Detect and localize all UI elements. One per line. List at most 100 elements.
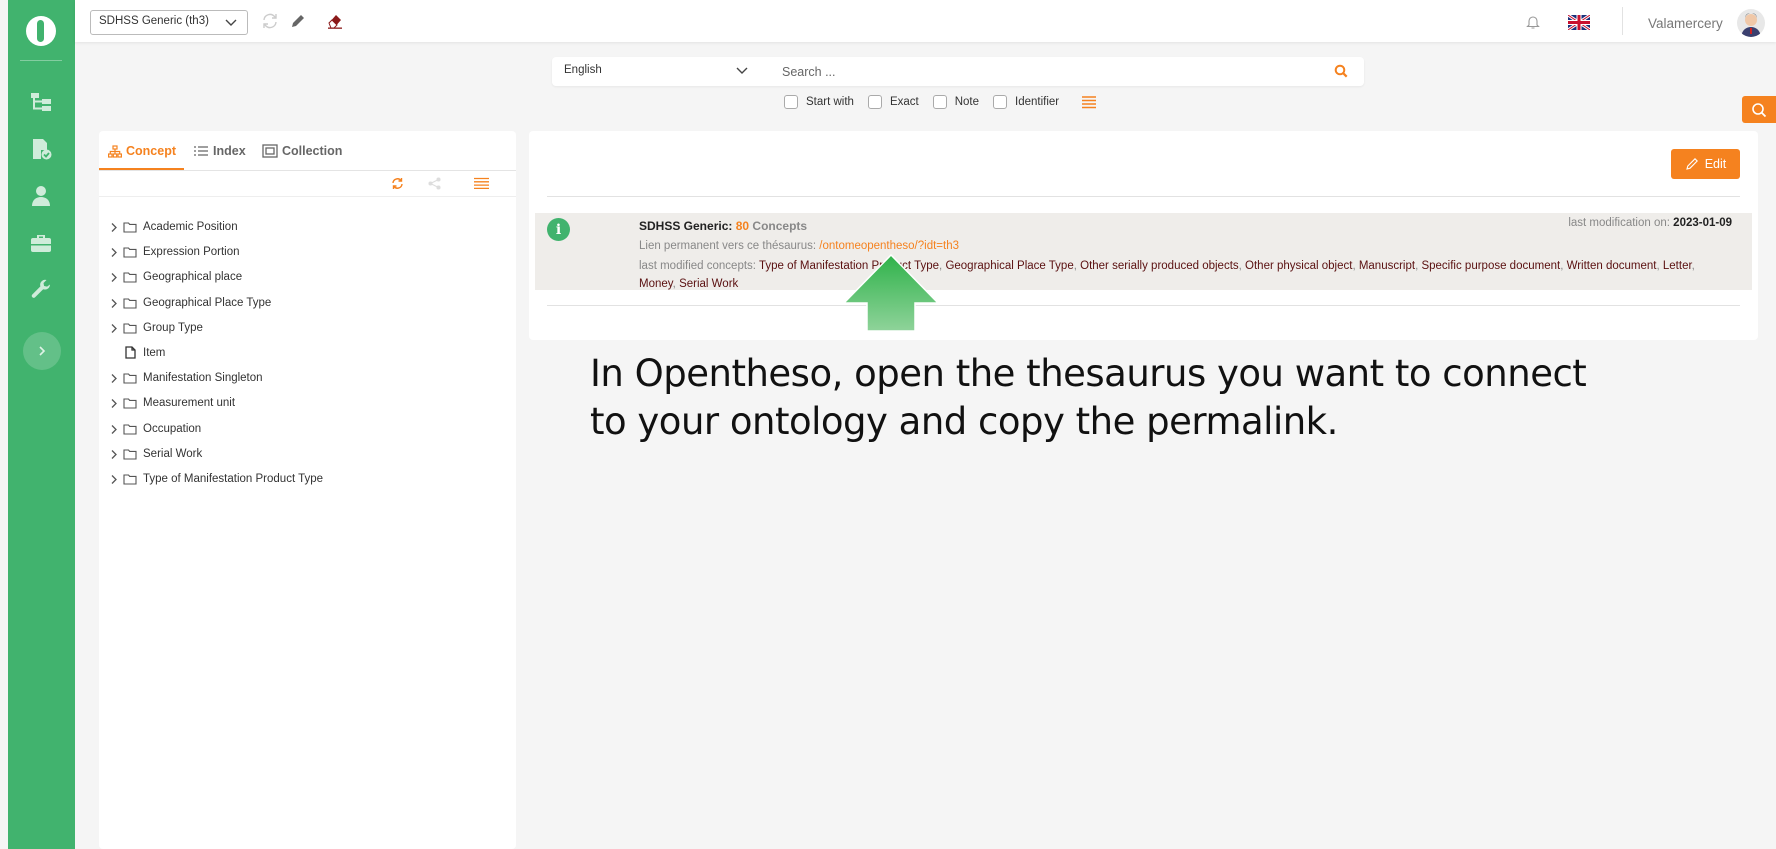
permalink-link[interactable]: /ontomeopentheso/?idt=th3 — [819, 240, 959, 252]
tree-toolbar — [99, 171, 516, 197]
last-modification-label: last modification on: — [1568, 217, 1670, 229]
tree-item-label: Measurement unit — [143, 397, 236, 410]
concept-link[interactable]: Specific purpose document — [1421, 260, 1560, 272]
wrench-icon[interactable] — [28, 278, 54, 302]
avatar[interactable] — [1737, 9, 1765, 37]
tree-item[interactable]: Expression Portion — [99, 240, 516, 265]
last-modified-concepts: last modified concepts: Type of Manifest… — [639, 260, 1695, 290]
tab-concept[interactable]: Concept — [108, 144, 176, 158]
concept-link[interactable]: Written document — [1567, 260, 1657, 272]
thesaurus-name: SDHSS Generic: — [639, 219, 733, 233]
tree-item[interactable]: Group Type — [99, 316, 516, 341]
tree-item-label: Manifestation Singleton — [143, 372, 263, 385]
search-input[interactable] — [782, 62, 1302, 81]
checkbox[interactable] — [784, 95, 798, 109]
refresh-icon[interactable] — [391, 177, 404, 193]
tab-index[interactable]: Index — [193, 144, 246, 158]
chevron-right-icon[interactable] — [110, 398, 118, 409]
chevron-right-icon[interactable] — [110, 298, 118, 309]
chevron-right-icon[interactable] — [110, 424, 118, 435]
file-icon — [125, 346, 136, 359]
concept-link[interactable]: Serial Work — [679, 278, 738, 290]
user-icon[interactable] — [28, 184, 54, 208]
concept-link[interactable]: Other physical object — [1245, 260, 1352, 272]
concept-link[interactable]: Other serially produced objects — [1080, 260, 1239, 272]
search-bar: English — [552, 57, 1364, 86]
chevron-right-icon[interactable] — [110, 272, 118, 283]
filter-start-with[interactable]: Start with — [784, 95, 854, 109]
top-bar: SDHSS Generic (th3) Valamercery — [75, 0, 1776, 42]
tab-label: Concept — [126, 144, 176, 158]
concept-link[interactable]: Money — [639, 278, 673, 290]
filter-label: Note — [954, 96, 979, 108]
document-check-icon[interactable] — [28, 137, 54, 161]
tree-item-label: Serial Work — [143, 447, 203, 460]
chevron-right-icon[interactable] — [110, 323, 118, 334]
chevron-right-icon[interactable] — [110, 373, 118, 384]
tree-item[interactable]: Measurement unit — [99, 391, 516, 416]
tree-item[interactable]: Geographical Place Type — [99, 291, 516, 316]
filter-note[interactable]: Note — [932, 95, 979, 109]
eraser-icon[interactable] — [326, 12, 344, 30]
filter-identifier[interactable]: Identifier — [993, 95, 1059, 109]
search-icon[interactable] — [1334, 64, 1348, 78]
panel-tabs: Concept Index Collection — [99, 131, 516, 171]
tree-item[interactable]: Occupation — [99, 417, 516, 442]
language-select[interactable]: English — [564, 64, 749, 76]
checkbox[interactable] — [932, 95, 947, 109]
tree-item-label: Expression Portion — [143, 246, 240, 259]
thesaurus-summary: SDHSS Generic: 80 Concepts — [639, 219, 807, 233]
menu-lines-icon[interactable] — [474, 177, 489, 193]
tab-label: Collection — [282, 144, 343, 158]
pencil-icon — [1685, 158, 1698, 170]
chevron-right-icon[interactable] — [110, 247, 118, 258]
floating-search-button[interactable] — [1742, 96, 1776, 123]
thesaurus-select[interactable]: SDHSS Generic (th3) — [90, 10, 248, 35]
tree-item-label: Academic Position — [143, 221, 238, 233]
divider — [547, 196, 1740, 197]
tree-item-label: Geographical place — [143, 271, 243, 284]
share-icon[interactable] — [428, 177, 441, 193]
checkbox[interactable] — [993, 95, 1007, 109]
sidebar-expand-button[interactable] — [23, 332, 61, 370]
username[interactable]: Valamercery — [1648, 16, 1723, 31]
tree-icon[interactable] — [28, 90, 54, 114]
edit-button-label: Edit — [1704, 157, 1727, 171]
filter-exact[interactable]: Exact — [867, 95, 919, 109]
app-logo[interactable] — [26, 16, 56, 46]
permalink-label: Lien permanent vers ce thésaurus: — [639, 240, 817, 252]
tree-item[interactable]: Geographical place — [99, 265, 516, 290]
tree-item-label: Item — [143, 346, 166, 359]
tree-item[interactable]: Academic Position — [99, 215, 516, 240]
tree-item[interactable]: Serial Work — [99, 442, 516, 467]
concept-tree: Academic Position Expression Portion Geogr… — [99, 215, 516, 492]
collection-icon — [262, 144, 278, 158]
pencil-icon[interactable] — [289, 12, 307, 30]
chevron-right-icon[interactable] — [110, 449, 118, 460]
concept-link[interactable]: Letter — [1663, 260, 1692, 272]
chevron-right-icon[interactable] — [110, 474, 118, 485]
concept-tree-panel: Concept Index Collection Academic Positi… — [99, 131, 516, 849]
checkbox[interactable] — [867, 95, 882, 109]
edit-button[interactable]: Edit — [1671, 149, 1740, 179]
tree-item[interactable]: Item — [99, 341, 516, 366]
permalink-row: Lien permanent vers ce thésaurus: /ontom… — [639, 240, 959, 252]
tab-collection[interactable]: Collection — [262, 144, 342, 158]
concept-link[interactable]: Geographical Place Type — [945, 260, 1073, 272]
briefcase-icon[interactable] — [28, 231, 54, 255]
sync-icon[interactable] — [261, 12, 279, 30]
concept-link[interactable]: Manuscript — [1359, 260, 1415, 272]
tree-item[interactable]: Type of Manifestation Product Type — [99, 467, 516, 492]
folder-icon — [123, 222, 137, 233]
chevron-right-icon[interactable] — [110, 222, 118, 233]
list-icon — [194, 146, 208, 156]
search-icon — [1752, 102, 1767, 117]
uk-flag-icon[interactable] — [1568, 15, 1590, 30]
hierarchy-icon — [108, 144, 122, 158]
menu-lines-icon[interactable] — [1081, 95, 1097, 109]
chevron-down-icon — [225, 19, 237, 26]
tree-item[interactable]: Manifestation Singleton — [99, 366, 516, 391]
active-tab-indicator — [99, 168, 184, 170]
tree-item-label: Group Type — [143, 321, 203, 334]
bell-icon[interactable] — [1525, 14, 1541, 30]
